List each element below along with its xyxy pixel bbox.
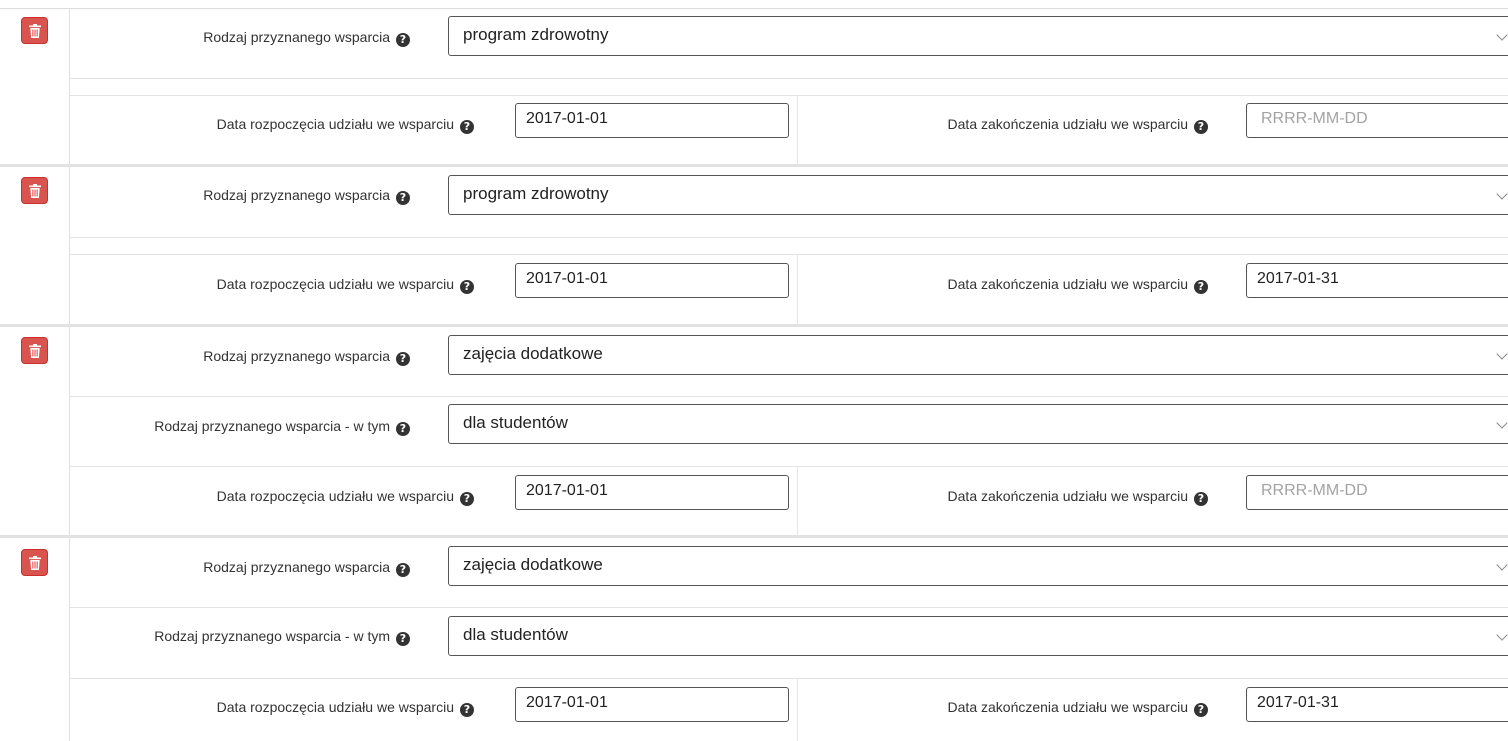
chevron-down-icon <box>1496 559 1508 571</box>
delete-entry-button[interactable] <box>21 17 48 44</box>
start-date-input[interactable]: 2017-01-01 <box>515 475 789 510</box>
divider <box>797 679 798 741</box>
start-date-value: 2017-01-01 <box>526 694 608 711</box>
entry-separator <box>0 324 1508 327</box>
start-date-input[interactable]: 2017-01-01 <box>515 103 789 138</box>
divider <box>69 538 70 741</box>
support-type-select[interactable]: zajęcia dodatkowe <box>448 546 1508 586</box>
end-date-placeholder: RRRR-MM-DD <box>1261 110 1368 127</box>
divider <box>797 467 798 535</box>
end-date-label: Data zakończenia udziału we wsparciu? <box>948 699 1208 717</box>
end-date-label: Data zakończenia udziału we wsparciu? <box>948 116 1208 134</box>
help-icon[interactable]: ? <box>396 33 410 47</box>
delete-entry-button[interactable] <box>21 337 48 364</box>
end-date-value: 2017-01-31 <box>1257 694 1339 711</box>
support-type-select[interactable]: program zdrowotny <box>448 175 1508 215</box>
support-type-select[interactable]: zajęcia dodatkowe <box>448 335 1508 375</box>
chevron-down-icon <box>1496 188 1508 200</box>
chevron-down-icon <box>1496 417 1508 429</box>
chevron-down-icon <box>1496 348 1508 360</box>
help-icon[interactable]: ? <box>1194 703 1208 717</box>
support-type-value: zajęcia dodatkowe <box>463 344 603 363</box>
divider <box>69 678 1508 679</box>
divider <box>69 95 1508 96</box>
start-date-label: Data rozpoczęcia udziału we wsparciu? <box>217 699 474 717</box>
start-date-input[interactable]: 2017-01-01 <box>515 263 789 298</box>
divider <box>69 396 1508 397</box>
help-icon[interactable]: ? <box>396 422 410 436</box>
help-icon[interactable]: ? <box>460 280 474 294</box>
support-subtype-label: Rodzaj przyznanego wsparcia - w tym? <box>154 418 410 436</box>
start-date-value: 2017-01-01 <box>526 270 608 287</box>
start-date-label: Data rozpoczęcia udziału we wsparciu? <box>217 116 474 134</box>
support-type-value: program zdrowotny <box>463 25 609 44</box>
start-date-input[interactable]: 2017-01-01 <box>515 687 789 722</box>
trash-icon <box>29 556 41 570</box>
end-date-input[interactable]: RRRR-MM-DD <box>1246 103 1508 138</box>
start-date-value: 2017-01-01 <box>526 482 608 499</box>
support-subtype-select[interactable]: dla studentów <box>448 404 1508 444</box>
support-type-label: Rodzaj przyznanego wsparcia? <box>203 348 410 366</box>
delete-entry-button[interactable] <box>21 177 48 204</box>
divider <box>797 255 798 324</box>
entry-separator <box>0 164 1508 167</box>
help-icon[interactable]: ? <box>1194 492 1208 506</box>
start-date-label: Data rozpoczęcia udziału we wsparciu? <box>217 276 474 294</box>
end-date-value: 2017-01-31 <box>1257 270 1339 287</box>
support-type-label: Rodzaj przyznanego wsparcia? <box>203 29 410 47</box>
end-date-input[interactable]: RRRR-MM-DD <box>1246 475 1508 510</box>
trash-icon <box>29 184 41 198</box>
end-date-label: Data zakończenia udziału we wsparciu? <box>948 276 1208 294</box>
help-icon[interactable]: ? <box>396 191 410 205</box>
help-icon[interactable]: ? <box>460 120 474 134</box>
divider <box>797 96 798 165</box>
divider <box>69 607 1508 608</box>
divider <box>69 327 70 535</box>
end-date-input[interactable]: 2017-01-31 <box>1246 263 1508 298</box>
help-icon[interactable]: ? <box>396 563 410 577</box>
support-subtype-select[interactable]: dla studentów <box>448 616 1508 656</box>
divider <box>69 9 70 165</box>
chevron-down-icon <box>1496 629 1508 641</box>
chevron-down-icon <box>1496 29 1508 41</box>
end-date-input[interactable]: 2017-01-31 <box>1246 687 1508 722</box>
trash-icon <box>29 24 41 38</box>
start-date-value: 2017-01-01 <box>526 110 608 127</box>
help-icon[interactable]: ? <box>1194 280 1208 294</box>
divider <box>69 237 1508 238</box>
divider <box>69 466 1508 467</box>
support-type-select[interactable]: program zdrowotny <box>448 16 1508 56</box>
entry-separator <box>0 8 1508 9</box>
help-icon[interactable]: ? <box>396 352 410 366</box>
end-date-label: Data zakończenia udziału we wsparciu? <box>948 488 1208 506</box>
entry-separator <box>0 535 1508 538</box>
support-subtype-label: Rodzaj przyznanego wsparcia - w tym? <box>154 628 410 646</box>
divider <box>69 254 1508 255</box>
end-date-placeholder: RRRR-MM-DD <box>1261 482 1368 499</box>
help-icon[interactable]: ? <box>1194 120 1208 134</box>
trash-icon <box>29 344 41 358</box>
start-date-label: Data rozpoczęcia udziału we wsparciu? <box>217 488 474 506</box>
divider <box>69 78 1508 79</box>
support-type-value: program zdrowotny <box>463 184 609 203</box>
divider <box>69 167 70 325</box>
help-icon[interactable]: ? <box>460 492 474 506</box>
support-subtype-value: dla studentów <box>463 413 568 432</box>
support-type-value: zajęcia dodatkowe <box>463 555 603 574</box>
support-subtype-value: dla studentów <box>463 625 568 644</box>
help-icon[interactable]: ? <box>396 632 410 646</box>
help-icon[interactable]: ? <box>460 703 474 717</box>
support-type-label: Rodzaj przyznanego wsparcia? <box>203 559 410 577</box>
support-type-label: Rodzaj przyznanego wsparcia? <box>203 187 410 205</box>
delete-entry-button[interactable] <box>21 549 48 576</box>
